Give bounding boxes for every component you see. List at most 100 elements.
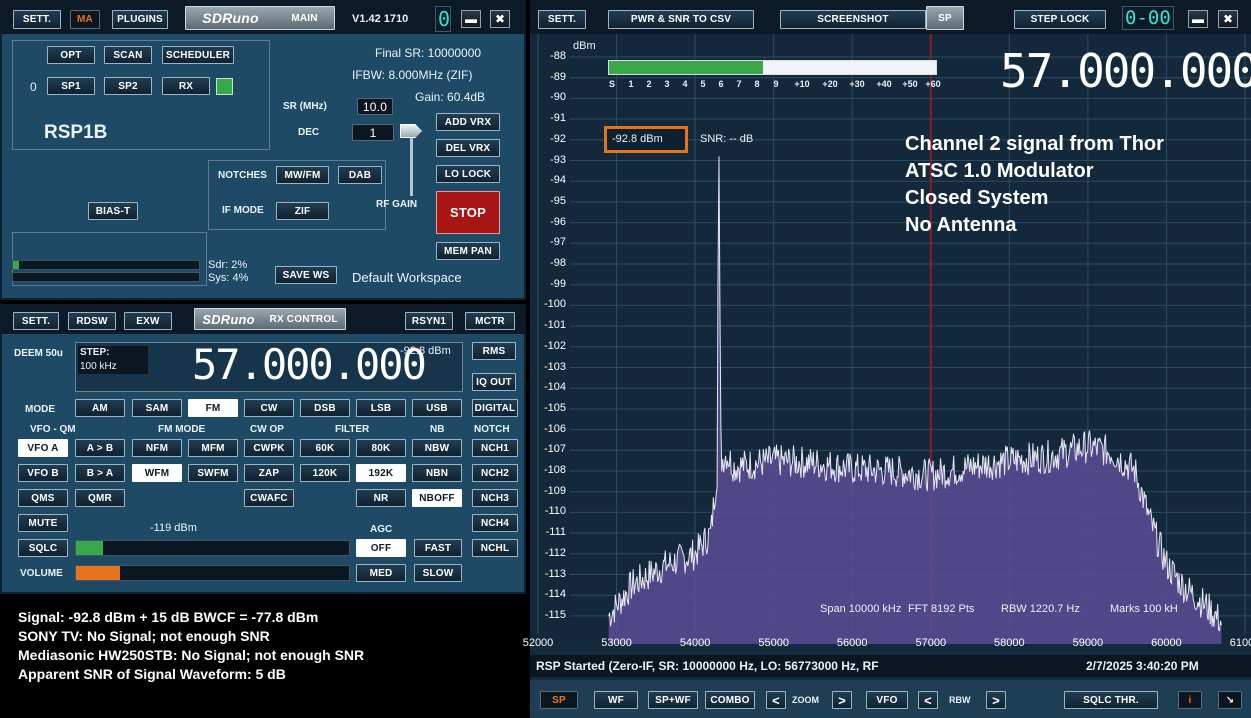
mode-sam-button[interactable]: SAM [132, 399, 182, 417]
wf-button[interactable]: WF [594, 691, 638, 709]
x-tick-label: 61000 [1229, 637, 1251, 649]
sqlc-slider[interactable] [75, 540, 350, 556]
del-vrx-button[interactable]: DEL VRX [436, 139, 500, 157]
x-tick-label: 54000 [679, 637, 711, 649]
nch2-button[interactable]: NCH2 [472, 464, 518, 482]
iq-out-button[interactable]: IQ OUT [472, 373, 516, 391]
main-title-tab[interactable]: SDRuno MAIN [185, 6, 335, 30]
sp-title-tab[interactable]: SP [926, 6, 964, 30]
digital-button[interactable]: DIGITAL [472, 399, 518, 417]
opt-button[interactable]: OPT [47, 46, 95, 64]
scheduler-button[interactable]: SCHEDULER [162, 46, 234, 64]
combo-button[interactable]: COMBO [705, 691, 755, 709]
sqlc-thr-button[interactable]: SQLC THR. [1064, 691, 1158, 709]
lo-lock-button[interactable]: LO LOCK [436, 165, 500, 183]
mute-button[interactable]: MUTE [18, 514, 68, 532]
filter-60k-button[interactable]: 60K [300, 439, 350, 457]
rsyn1-button[interactable]: RSYN1 [405, 312, 453, 330]
resize-button[interactable]: ↘ [1218, 691, 1242, 709]
agc-med-button[interactable]: MED [356, 564, 406, 582]
filter-120k-button[interactable]: 120K [300, 464, 350, 482]
dab-button[interactable]: DAB [338, 166, 382, 184]
rx-button[interactable]: RX [162, 77, 210, 95]
sp1-button[interactable]: SP1 [47, 77, 95, 95]
smeter-scale-label: +40 [876, 79, 892, 89]
save-ws-button[interactable]: SAVE WS [275, 266, 337, 284]
mode-dsb-button[interactable]: DSB [300, 399, 350, 417]
cwpk-button[interactable]: CWPK [244, 439, 294, 457]
spectrum-minimize-button[interactable]: ▬ [1188, 10, 1208, 28]
nbn-button[interactable]: NBN [412, 464, 462, 482]
vfo-button[interactable]: VFO [866, 691, 908, 709]
bias-t-button[interactable]: BIAS-T [88, 202, 138, 220]
spectrum-sett-button[interactable]: SETT. [538, 10, 586, 29]
dec-input[interactable]: 1 [352, 124, 394, 141]
main-sett-button[interactable]: SETT. [13, 10, 61, 29]
sr-input[interactable]: 10.0 [357, 98, 393, 115]
step-lock-button[interactable]: STEP LOCK [1014, 10, 1106, 29]
b-to-a-button[interactable]: B > A [75, 464, 125, 482]
mwfm-button[interactable]: MW/FM [276, 166, 329, 184]
zap-button[interactable]: ZAP [244, 464, 294, 482]
nboff-button[interactable]: NBOFF [412, 489, 462, 507]
mode-cw-button[interactable]: CW [244, 399, 294, 417]
zoom-out-button[interactable]: < [766, 691, 786, 709]
rbw-next-button[interactable]: > [986, 691, 1006, 709]
sp-wf-button[interactable]: SP+WF [648, 691, 698, 709]
a-to-b-button[interactable]: A > B [75, 439, 125, 457]
rx-sett-button[interactable]: SETT. [13, 312, 59, 330]
rx-frequency[interactable]: 57.000.000 [192, 340, 427, 389]
rbw-prev-button[interactable]: < [918, 691, 938, 709]
filter-80k-button[interactable]: 80K [356, 439, 406, 457]
mode-usb-button[interactable]: USB [412, 399, 462, 417]
agc-slow-button[interactable]: SLOW [414, 564, 462, 582]
smeter-scale-label: 9 [773, 79, 779, 89]
wfm-button[interactable]: WFM [132, 464, 182, 482]
qms-button[interactable]: QMS [18, 489, 68, 507]
zif-button[interactable]: ZIF [276, 202, 329, 220]
spectrum-close-button[interactable]: ✖ [1218, 10, 1238, 28]
nch3-button[interactable]: NCH3 [472, 489, 518, 507]
y-tick-label: -102 [543, 339, 566, 352]
mode-am-button[interactable]: AM [75, 399, 125, 417]
sp-button[interactable]: SP [540, 691, 578, 709]
rms-button[interactable]: RMS [472, 342, 516, 360]
add-vrx-button[interactable]: ADD VRX [436, 113, 500, 131]
main-close-button[interactable]: ✖ [490, 10, 510, 28]
mem-pan-button[interactable]: MEM PAN [436, 242, 500, 260]
vfo-b-button[interactable]: VFO B [18, 464, 68, 482]
stop-button[interactable]: STOP [436, 191, 500, 234]
scan-button[interactable]: SCAN [104, 46, 152, 64]
agc-fast-button[interactable]: FAST [414, 539, 462, 557]
nch1-button[interactable]: NCH1 [472, 439, 518, 457]
mfm-button[interactable]: MFM [188, 439, 238, 457]
main-plugins-button[interactable]: PLUGINS [112, 10, 168, 29]
zoom-in-button[interactable]: > [832, 691, 852, 709]
volume-slider[interactable] [75, 565, 350, 581]
nchl-button[interactable]: NCHL [472, 539, 518, 557]
nfm-button[interactable]: NFM [132, 439, 182, 457]
main-minimize-button[interactable]: ▬ [461, 10, 481, 28]
agc-off-button[interactable]: OFF [356, 539, 406, 557]
rdsw-button[interactable]: RDSW [68, 312, 116, 330]
nbw-button[interactable]: NBW [412, 439, 462, 457]
sp2-button[interactable]: SP2 [104, 77, 152, 95]
pwr-snr-csv-button[interactable]: PWR & SNR TO CSV [608, 10, 754, 29]
filter-192k-button[interactable]: 192K [356, 464, 406, 482]
cwafc-button[interactable]: CWAFC [244, 489, 294, 507]
mode-lsb-button[interactable]: LSB [356, 399, 406, 417]
sqlc-button[interactable]: SQLC [18, 539, 68, 557]
swfm-button[interactable]: SWFM [188, 464, 238, 482]
mode-fm-button[interactable]: FM [188, 399, 238, 417]
rx-title-tab[interactable]: SDRuno RX CONTROL [194, 308, 346, 330]
nch4-button[interactable]: NCH4 [472, 514, 518, 532]
vfo-a-button[interactable]: VFO A [18, 439, 68, 457]
qmr-button[interactable]: QMR [75, 489, 125, 507]
mctr-button[interactable]: MCTR [465, 312, 515, 330]
spectrum-counter: 0-00 [1122, 6, 1174, 30]
info-button[interactable]: i [1178, 691, 1202, 709]
main-ma-button[interactable]: MA [70, 10, 100, 29]
nr-button[interactable]: NR [356, 489, 406, 507]
exw-button[interactable]: EXW [124, 312, 172, 330]
screenshot-button[interactable]: SCREENSHOT [780, 10, 926, 29]
